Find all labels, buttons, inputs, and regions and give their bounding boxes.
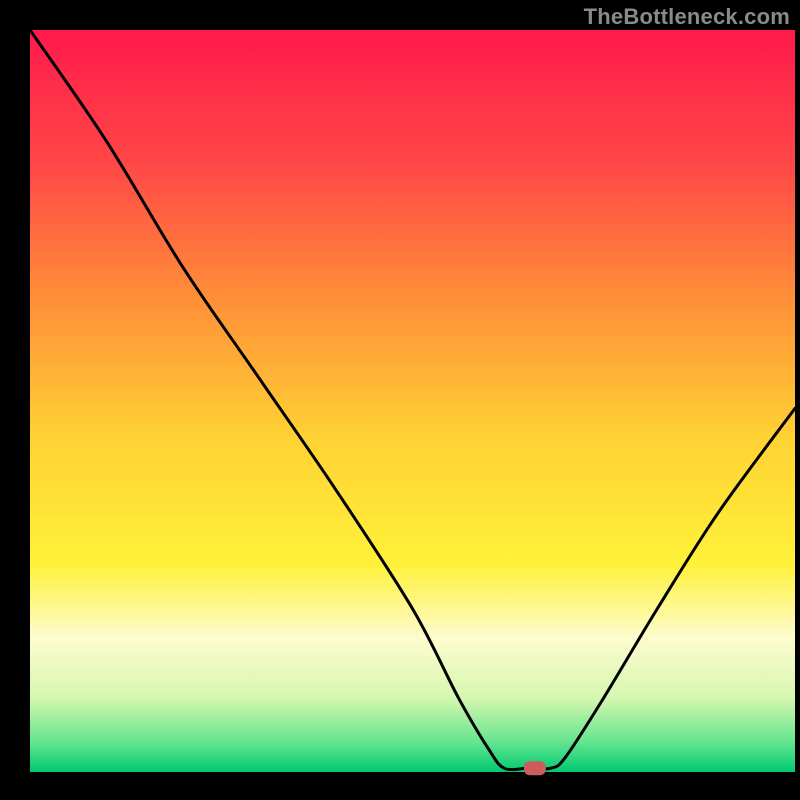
plot-background: [30, 30, 795, 772]
optimal-point-marker: [524, 761, 546, 775]
bottleneck-chart: TheBottleneck.com: [0, 0, 800, 800]
chart-svg: [0, 0, 800, 800]
attribution-label: TheBottleneck.com: [584, 4, 790, 30]
